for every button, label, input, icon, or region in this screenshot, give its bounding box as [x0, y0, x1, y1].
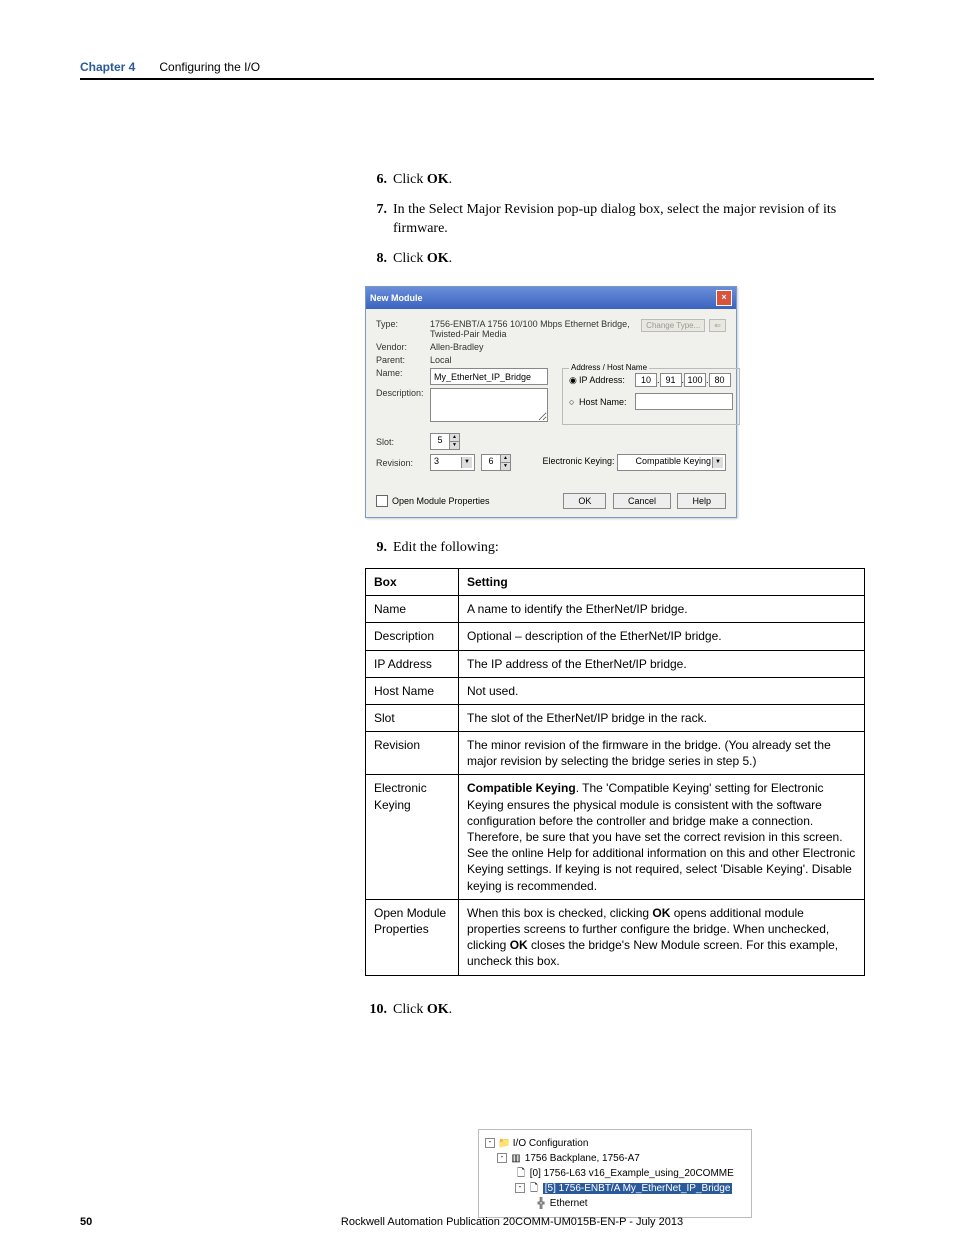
step-body: Click OK.: [393, 1000, 865, 1020]
ip-octet-3[interactable]: 100: [684, 373, 706, 387]
tree-ethernet[interactable]: Ethernet: [550, 1198, 588, 1209]
name-input[interactable]: [430, 368, 548, 385]
header-rule: [80, 78, 874, 80]
host-input[interactable]: [635, 393, 733, 410]
col-setting: Setting: [459, 568, 865, 595]
step-8: 8. Click OK.: [365, 249, 865, 269]
new-module-dialog: New Module × Type: 1756-ENBT/A 1756 10/1…: [365, 286, 737, 518]
step-number: 8.: [365, 249, 387, 269]
change-type-button[interactable]: Change Type...: [641, 319, 705, 332]
help-button[interactable]: Help: [677, 493, 726, 509]
step-number: 6.: [365, 170, 387, 190]
host-radio-label[interactable]: Host Name:: [579, 397, 635, 407]
tree-root[interactable]: I/O Configuration: [513, 1138, 589, 1149]
type-value: 1756-ENBT/A 1756 10/100 Mbps Ethernet Br…: [430, 319, 637, 339]
table-row: IP AddressThe IP address of the EtherNet…: [366, 650, 865, 677]
content-area: 6. Click OK. 7. In the Select Major Revi…: [365, 170, 865, 1218]
table-row: RevisionThe minor revision of the firmwa…: [366, 732, 865, 775]
parent-value: Local: [430, 355, 452, 365]
address-group-label: Address / Host Name: [569, 363, 649, 372]
parent-label: Parent:: [376, 355, 430, 365]
tree-backplane[interactable]: 1756 Backplane, 1756-A7: [525, 1153, 640, 1164]
chapter-title: Configuring the I/O: [159, 60, 260, 74]
step-body: Click OK.: [393, 249, 865, 269]
table-row: Electronic Keying Compatible Keying. The…: [366, 775, 865, 899]
module-icon: 🗋: [528, 1181, 540, 1196]
table-row: SlotThe slot of the EtherNet/IP bridge i…: [366, 704, 865, 731]
checkbox-icon: [376, 495, 388, 507]
dialog-title: New Module: [370, 293, 423, 303]
step-number: 7.: [365, 200, 387, 239]
cancel-button[interactable]: Cancel: [613, 493, 671, 509]
step-body: Click OK.: [393, 170, 865, 190]
slot-label: Slot:: [376, 437, 430, 447]
step-number: 9.: [365, 538, 387, 558]
name-label: Name:: [376, 368, 430, 378]
step-9: 9. Edit the following:: [365, 538, 865, 558]
col-box: Box: [366, 568, 459, 595]
table-row: DescriptionOptional – description of the…: [366, 623, 865, 650]
backplane-icon: ▥: [510, 1151, 522, 1166]
step-number: 10.: [365, 1000, 387, 1020]
page-header: Chapter 4 Configuring the I/O: [80, 60, 874, 74]
revision-minor-spinner[interactable]: 6 ▲▼: [481, 454, 511, 471]
step-7: 7. In the Select Major Revision pop-up d…: [365, 200, 865, 239]
open-module-properties-checkbox[interactable]: Open Module Properties: [376, 495, 490, 507]
description-label: Description:: [376, 388, 430, 398]
io-config-tree: -📁 I/O Configuration -▥ 1756 Backplane, …: [478, 1129, 752, 1218]
ok-button[interactable]: OK: [563, 493, 606, 509]
step-body: Edit the following:: [393, 538, 865, 558]
folder-icon: 📁: [498, 1136, 510, 1151]
table-row: Open Module Properties When this box is …: [366, 899, 865, 975]
ek-label: Electronic Keying:: [542, 456, 614, 466]
chapter-label: Chapter 4: [80, 60, 135, 74]
address-host-group: Address / Host Name ◉ IP Address: 10 . 9…: [562, 368, 740, 425]
table-row: NameA name to identify the EtherNet/IP b…: [366, 596, 865, 623]
step-body: In the Select Major Revision pop-up dial…: [393, 200, 865, 239]
type-label: Type:: [376, 319, 430, 329]
ip-octet-2[interactable]: 91: [660, 373, 682, 387]
tree-slot5-selected[interactable]: [5] 1756-ENBT/A My_EtherNet_IP_Bridge: [543, 1183, 733, 1194]
ip-octet-1[interactable]: 10: [635, 373, 657, 387]
step-6: 6. Click OK.: [365, 170, 865, 190]
module-icon: 🗋: [515, 1166, 527, 1181]
page-footer: 50 Rockwell Automation Publication 20COM…: [80, 1216, 874, 1228]
step-10: 10. Click OK.: [365, 1000, 865, 1020]
close-icon[interactable]: ×: [716, 290, 732, 306]
vendor-value: Allen-Bradley: [430, 342, 484, 352]
table-row: Host NameNot used.: [366, 677, 865, 704]
vendor-label: Vendor:: [376, 342, 430, 352]
ip-radio-label[interactable]: IP Address:: [579, 375, 635, 385]
ek-select[interactable]: Compatible Keying: [617, 454, 726, 471]
dialog-title-bar: New Module ×: [366, 287, 736, 309]
slot-spinner[interactable]: 5 ▲▼: [430, 433, 460, 450]
revision-major-select[interactable]: 3: [430, 454, 475, 471]
tree-slot0[interactable]: [0] 1756-L63 v16_Example_using_20COMME: [530, 1168, 734, 1179]
ip-octet-4[interactable]: 80: [709, 373, 731, 387]
description-input[interactable]: [430, 388, 548, 422]
change-type-next-icon[interactable]: ⇐: [709, 319, 726, 332]
page-number: 50: [80, 1216, 150, 1228]
ethernet-icon: ╬: [535, 1196, 547, 1211]
revision-label: Revision:: [376, 458, 430, 468]
publication-info: Rockwell Automation Publication 20COMM-U…: [150, 1216, 874, 1228]
settings-table: Box Setting NameA name to identify the E…: [365, 568, 865, 976]
